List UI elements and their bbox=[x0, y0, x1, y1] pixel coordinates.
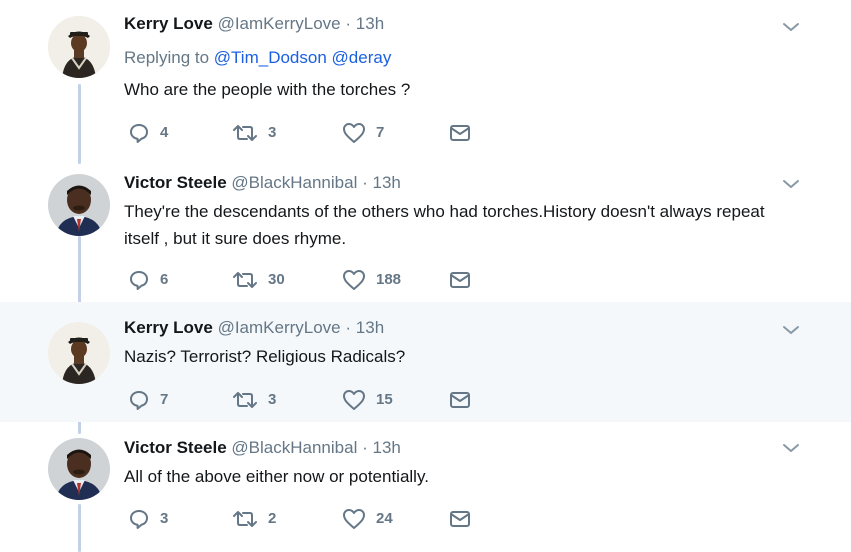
mention-link[interactable]: @Tim_Dodson bbox=[214, 48, 327, 67]
reply-count: 6 bbox=[160, 271, 169, 288]
reply-button[interactable]: 3 bbox=[128, 508, 168, 530]
author-name[interactable]: Victor Steele bbox=[124, 173, 227, 192]
mention-link[interactable]: @deray bbox=[332, 48, 392, 67]
author-handle[interactable]: @BlackHannibal bbox=[231, 173, 357, 192]
author-name[interactable]: Kerry Love bbox=[124, 14, 213, 33]
reply-icon bbox=[130, 510, 148, 529]
like-button[interactable]: 188 bbox=[342, 269, 401, 291]
replying-to: Replying to @Tim_Dodson @deray bbox=[124, 47, 391, 69]
reply-count: 4 bbox=[160, 124, 169, 141]
retweet-button[interactable]: 3 bbox=[232, 389, 276, 411]
author-handle[interactable]: @BlackHannibal bbox=[231, 438, 357, 457]
retweet-count: 3 bbox=[268, 391, 277, 408]
separator-dot: · bbox=[345, 14, 352, 33]
direct-message-button[interactable] bbox=[448, 122, 472, 144]
heart-icon bbox=[343, 390, 365, 410]
like-count: 15 bbox=[376, 391, 393, 408]
retweet-count: 3 bbox=[268, 124, 277, 141]
envelope-icon bbox=[450, 272, 470, 288]
like-button[interactable]: 15 bbox=[342, 389, 393, 411]
like-button[interactable]: 7 bbox=[342, 122, 384, 144]
avatar-kerry-love[interactable] bbox=[48, 322, 110, 384]
tweet-text: All of the above either now or potential… bbox=[124, 467, 429, 486]
direct-message-button[interactable] bbox=[448, 389, 472, 411]
tweet-text: Nazis? Terrorist? Religious Radicals? bbox=[124, 347, 406, 366]
like-button[interactable]: 24 bbox=[342, 508, 393, 530]
like-count: 24 bbox=[376, 510, 393, 527]
tweet[interactable]: Victor Steele @BlackHannibal · 13h All o… bbox=[0, 422, 851, 552]
tweet-actions: 3 2 24 bbox=[128, 508, 488, 530]
reply-icon bbox=[130, 391, 148, 410]
heart-icon bbox=[343, 123, 365, 143]
tweet-focused[interactable]: Kerry Love @IamKerryLove · 13h Nazis? Te… bbox=[0, 302, 851, 422]
avatar-victor-steele[interactable] bbox=[48, 174, 110, 236]
envelope-icon bbox=[450, 392, 470, 408]
author-name[interactable]: Victor Steele bbox=[124, 438, 227, 457]
tweet[interactable]: Kerry Love @IamKerryLove · 13h Replying … bbox=[0, 0, 851, 160]
tweet-actions: 7 3 15 bbox=[128, 389, 488, 411]
author-handle[interactable]: @IamKerryLove bbox=[218, 14, 341, 33]
retweet-icon bbox=[233, 272, 257, 288]
reply-icon bbox=[130, 124, 148, 143]
heart-icon bbox=[343, 509, 365, 529]
chevron-down-icon[interactable] bbox=[782, 324, 800, 336]
separator-dot: · bbox=[345, 318, 352, 337]
tweet-text: Who are the people with the torches ? bbox=[124, 80, 411, 99]
separator-dot: · bbox=[362, 173, 368, 192]
reply-count: 3 bbox=[160, 510, 169, 527]
retweet-button[interactable]: 3 bbox=[232, 122, 276, 144]
tweet-actions: 4 3 7 bbox=[128, 122, 488, 144]
retweet-icon bbox=[233, 511, 257, 527]
timestamp[interactable]: 13h bbox=[356, 318, 384, 337]
tweet[interactable]: Victor Steele @BlackHannibal · 13h They'… bbox=[0, 160, 851, 302]
chevron-down-icon[interactable] bbox=[782, 442, 800, 454]
retweet-button[interactable]: 2 bbox=[232, 508, 276, 530]
avatar-victor-steele[interactable] bbox=[48, 438, 110, 500]
direct-message-button[interactable] bbox=[448, 508, 472, 530]
tweet-actions: 6 30 188 bbox=[128, 269, 488, 291]
tweet-text: They're the descendants of the others wh… bbox=[124, 202, 765, 248]
retweet-icon bbox=[233, 392, 257, 408]
like-count: 188 bbox=[376, 271, 402, 288]
retweet-count: 2 bbox=[268, 510, 277, 527]
author-name[interactable]: Kerry Love bbox=[124, 318, 213, 337]
like-count: 7 bbox=[376, 124, 385, 141]
retweet-icon bbox=[233, 125, 257, 141]
avatar-kerry-love[interactable] bbox=[48, 16, 110, 78]
envelope-icon bbox=[450, 511, 470, 527]
timestamp[interactable]: 13h bbox=[373, 173, 401, 192]
author-handle[interactable]: @IamKerryLove bbox=[218, 318, 341, 337]
separator-dot: · bbox=[362, 438, 368, 457]
timestamp[interactable]: 13h bbox=[356, 14, 384, 33]
chevron-down-icon[interactable] bbox=[782, 21, 800, 33]
envelope-icon bbox=[450, 125, 470, 141]
replying-to-label: Replying to bbox=[124, 48, 210, 67]
reply-button[interactable]: 7 bbox=[128, 389, 168, 411]
heart-icon bbox=[343, 270, 365, 290]
reply-button[interactable]: 4 bbox=[128, 122, 168, 144]
reply-icon bbox=[130, 271, 148, 290]
retweet-button[interactable]: 30 bbox=[232, 269, 285, 291]
direct-message-button[interactable] bbox=[448, 269, 472, 291]
reply-count: 7 bbox=[160, 391, 169, 408]
reply-button[interactable]: 6 bbox=[128, 269, 168, 291]
retweet-count: 30 bbox=[268, 271, 285, 288]
timestamp[interactable]: 13h bbox=[373, 438, 401, 457]
chevron-down-icon[interactable] bbox=[782, 178, 800, 190]
